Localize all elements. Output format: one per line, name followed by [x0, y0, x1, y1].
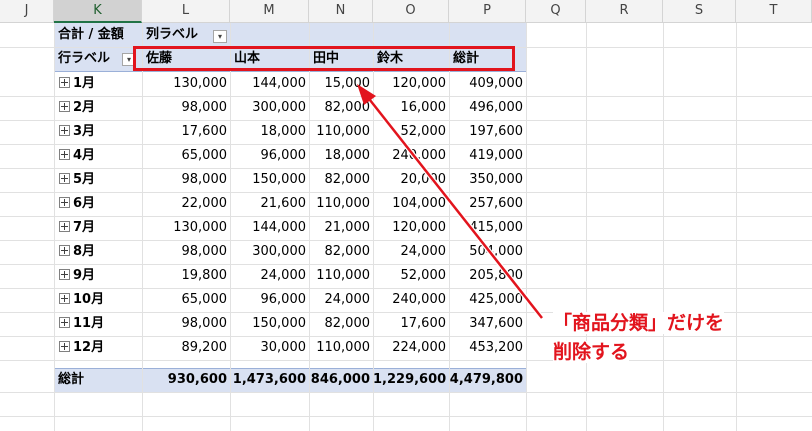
- annotation-line-1: 「商品分類」だけを: [553, 312, 725, 334]
- spreadsheet: J K L M N O P Q R S T 合計 / 金額 列ラベル ▾ 行ラベ…: [0, 0, 812, 431]
- annotation-callout: 「商品分類」だけを 削除する: [553, 309, 808, 367]
- annotation-line-2: 削除する: [553, 341, 630, 363]
